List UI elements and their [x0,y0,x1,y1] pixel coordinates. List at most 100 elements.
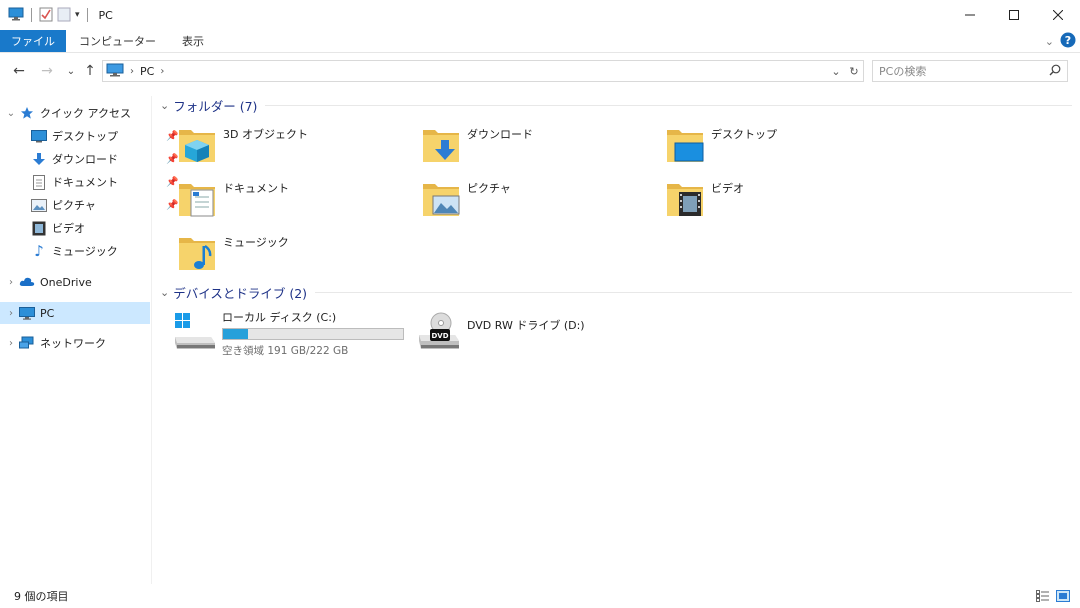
sidebar-item-pc[interactable]: › PC [0,302,150,324]
group-divider [315,291,1072,293]
chevron-down-icon[interactable]: ⌄ [160,99,169,112]
group-title: デバイスとドライブ (2) [173,285,308,301]
folder-tile-documents[interactable]: ドキュメント [177,178,289,218]
sidebar-item-desktop[interactable]: デスクトップ 📌 [30,125,178,147]
ribbon-right-controls: ⌄ ? [1045,31,1076,52]
help-icon[interactable]: ? [1060,32,1076,51]
sidebar-item-pictures[interactable]: ピクチャ 📌 [30,194,178,216]
folder-tile-videos[interactable]: ビデオ [665,178,744,218]
chevron-right-icon[interactable]: › [4,277,18,288]
minimize-button[interactable] [948,0,992,30]
search-icon [1049,64,1061,79]
music-icon: ♪ [34,242,44,260]
folder-label: ドキュメント [223,182,289,195]
navigation-pane: ⌄ クイック アクセス デスクトップ 📌 ダウンロード 📌 ドキュメント 📌 ピ… [0,96,178,584]
chevron-right-icon[interactable]: › [4,308,18,319]
sidebar-item-videos[interactable]: ビデオ [30,217,152,239]
tab-file[interactable]: ファイル [0,30,66,52]
cloud-icon [18,274,36,290]
search-input[interactable]: PCの検索 [872,60,1068,82]
sidebar-item-quick-access[interactable]: ⌄ クイック アクセス [4,102,150,124]
new-folder-icon[interactable] [57,6,71,25]
sidebar-item-label: ネットワーク [40,337,106,350]
drive-free-space: 空き領域 191 GB/222 GB [222,345,349,357]
folder-label: ビデオ [711,182,744,195]
tab-view[interactable]: 表示 [169,30,217,52]
maximize-button[interactable] [992,0,1036,30]
sidebar-item-label: クイック アクセス [40,107,131,120]
videos-folder-icon [667,184,703,216]
folder-tile-3d-objects[interactable]: 3D オブジェクト [177,124,308,164]
sidebar-item-music[interactable]: ♪ ミュージック [30,240,152,262]
folder-label: デスクトップ [711,128,777,141]
sidebar-item-label: OneDrive [40,275,92,289]
large-icons-view-icon[interactable] [1056,590,1070,605]
drives-group-header[interactable]: ⌄ デバイスとドライブ (2) [160,283,1072,301]
sidebar-item-network[interactable]: › ネットワーク [4,332,150,354]
folder-tile-music[interactable]: ミュージック [177,232,289,272]
svg-text:?: ? [1065,34,1071,47]
refresh-icon[interactable]: ↻ [845,65,863,78]
close-icon [1053,10,1063,20]
quick-access-toolbar: ▾ PC [0,0,113,30]
customize-qat-icon[interactable]: ▾ [75,10,80,20]
computer-icon[interactable] [8,7,24,24]
chevron-down-icon[interactable]: ⌄ [160,286,169,299]
expand-ribbon-icon[interactable]: ⌄ [1045,35,1054,48]
folder-label: ミュージック [223,236,289,249]
properties-icon[interactable] [39,6,53,25]
up-button[interactable]: ↑ [79,60,101,82]
arrow-right-icon: → [41,63,53,79]
pictures-folder-icon [423,184,460,216]
pc-icon [18,305,36,321]
folder-label: 3D オブジェクト [223,128,308,141]
maximize-icon [1009,10,1019,20]
sidebar-item-onedrive[interactable]: › OneDrive [4,271,150,293]
close-button[interactable] [1036,0,1080,30]
back-button[interactable]: ← [8,60,30,82]
drive-tile-d[interactable]: DVD DVD RW ドライブ (D:) [417,311,585,355]
sidebar-item-documents[interactable]: ドキュメント 📌 [30,171,178,193]
group-divider [265,104,1072,106]
folder-tile-downloads[interactable]: ダウンロード [421,124,533,164]
sidebar-item-label: ミュージック [52,245,118,258]
desktop-icon [30,128,48,144]
sidebar-item-label: ピクチャ [52,199,96,212]
breadcrumb-chevron-icon[interactable]: › [160,66,164,77]
tab-computer[interactable]: コンピューター [66,30,169,52]
drive-usage-fill [223,329,249,339]
arrow-up-icon: ↑ [84,63,96,79]
breadcrumb-chevron-icon[interactable]: › [130,66,134,77]
sidebar-item-label: PC [40,306,55,320]
toolbar-separator [31,8,32,22]
downloads-folder-icon [423,130,459,162]
3d-objects-folder-icon [179,130,215,162]
folder-label: ダウンロード [467,128,533,141]
video-icon [30,220,48,236]
drive-tile-c[interactable] [173,309,217,353]
sidebar-item-downloads[interactable]: ダウンロード 📌 [30,148,178,170]
chevron-down-icon[interactable]: ⌄ [4,108,18,119]
status-bar: 9 個の項目 [0,584,1080,608]
chevron-right-icon[interactable]: › [4,338,18,349]
drive-label: ローカル ディスク (C:) [222,311,337,324]
pc-icon [106,63,124,80]
folder-tile-pictures[interactable]: ピクチャ [421,178,511,218]
ribbon-tabs: ファイル コンピューター 表示 ⌄ ? [0,30,1080,53]
documents-folder-icon [179,184,215,217]
sidebar-item-label: ビデオ [52,222,85,235]
title-bar: ▾ PC [0,0,1080,30]
sidebar-item-label: ドキュメント [52,176,118,189]
picture-icon [30,197,48,213]
svg-text:DVD: DVD [431,332,448,340]
address-bar[interactable]: › PC › ⌄ ↻ [102,60,864,82]
folders-group-header[interactable]: ⌄ フォルダー (7) [160,96,1072,114]
chevron-down-icon: ⌄ [66,65,76,77]
breadcrumb-pc[interactable]: PC [140,65,154,78]
address-dropdown-icon[interactable]: ⌄ [827,65,845,78]
folder-tile-desktop[interactable]: デスクトップ [665,124,777,164]
network-icon [18,335,36,351]
details-view-icon[interactable] [1036,590,1050,605]
forward-button[interactable]: → [36,60,58,82]
arrow-left-icon: ← [13,63,25,79]
